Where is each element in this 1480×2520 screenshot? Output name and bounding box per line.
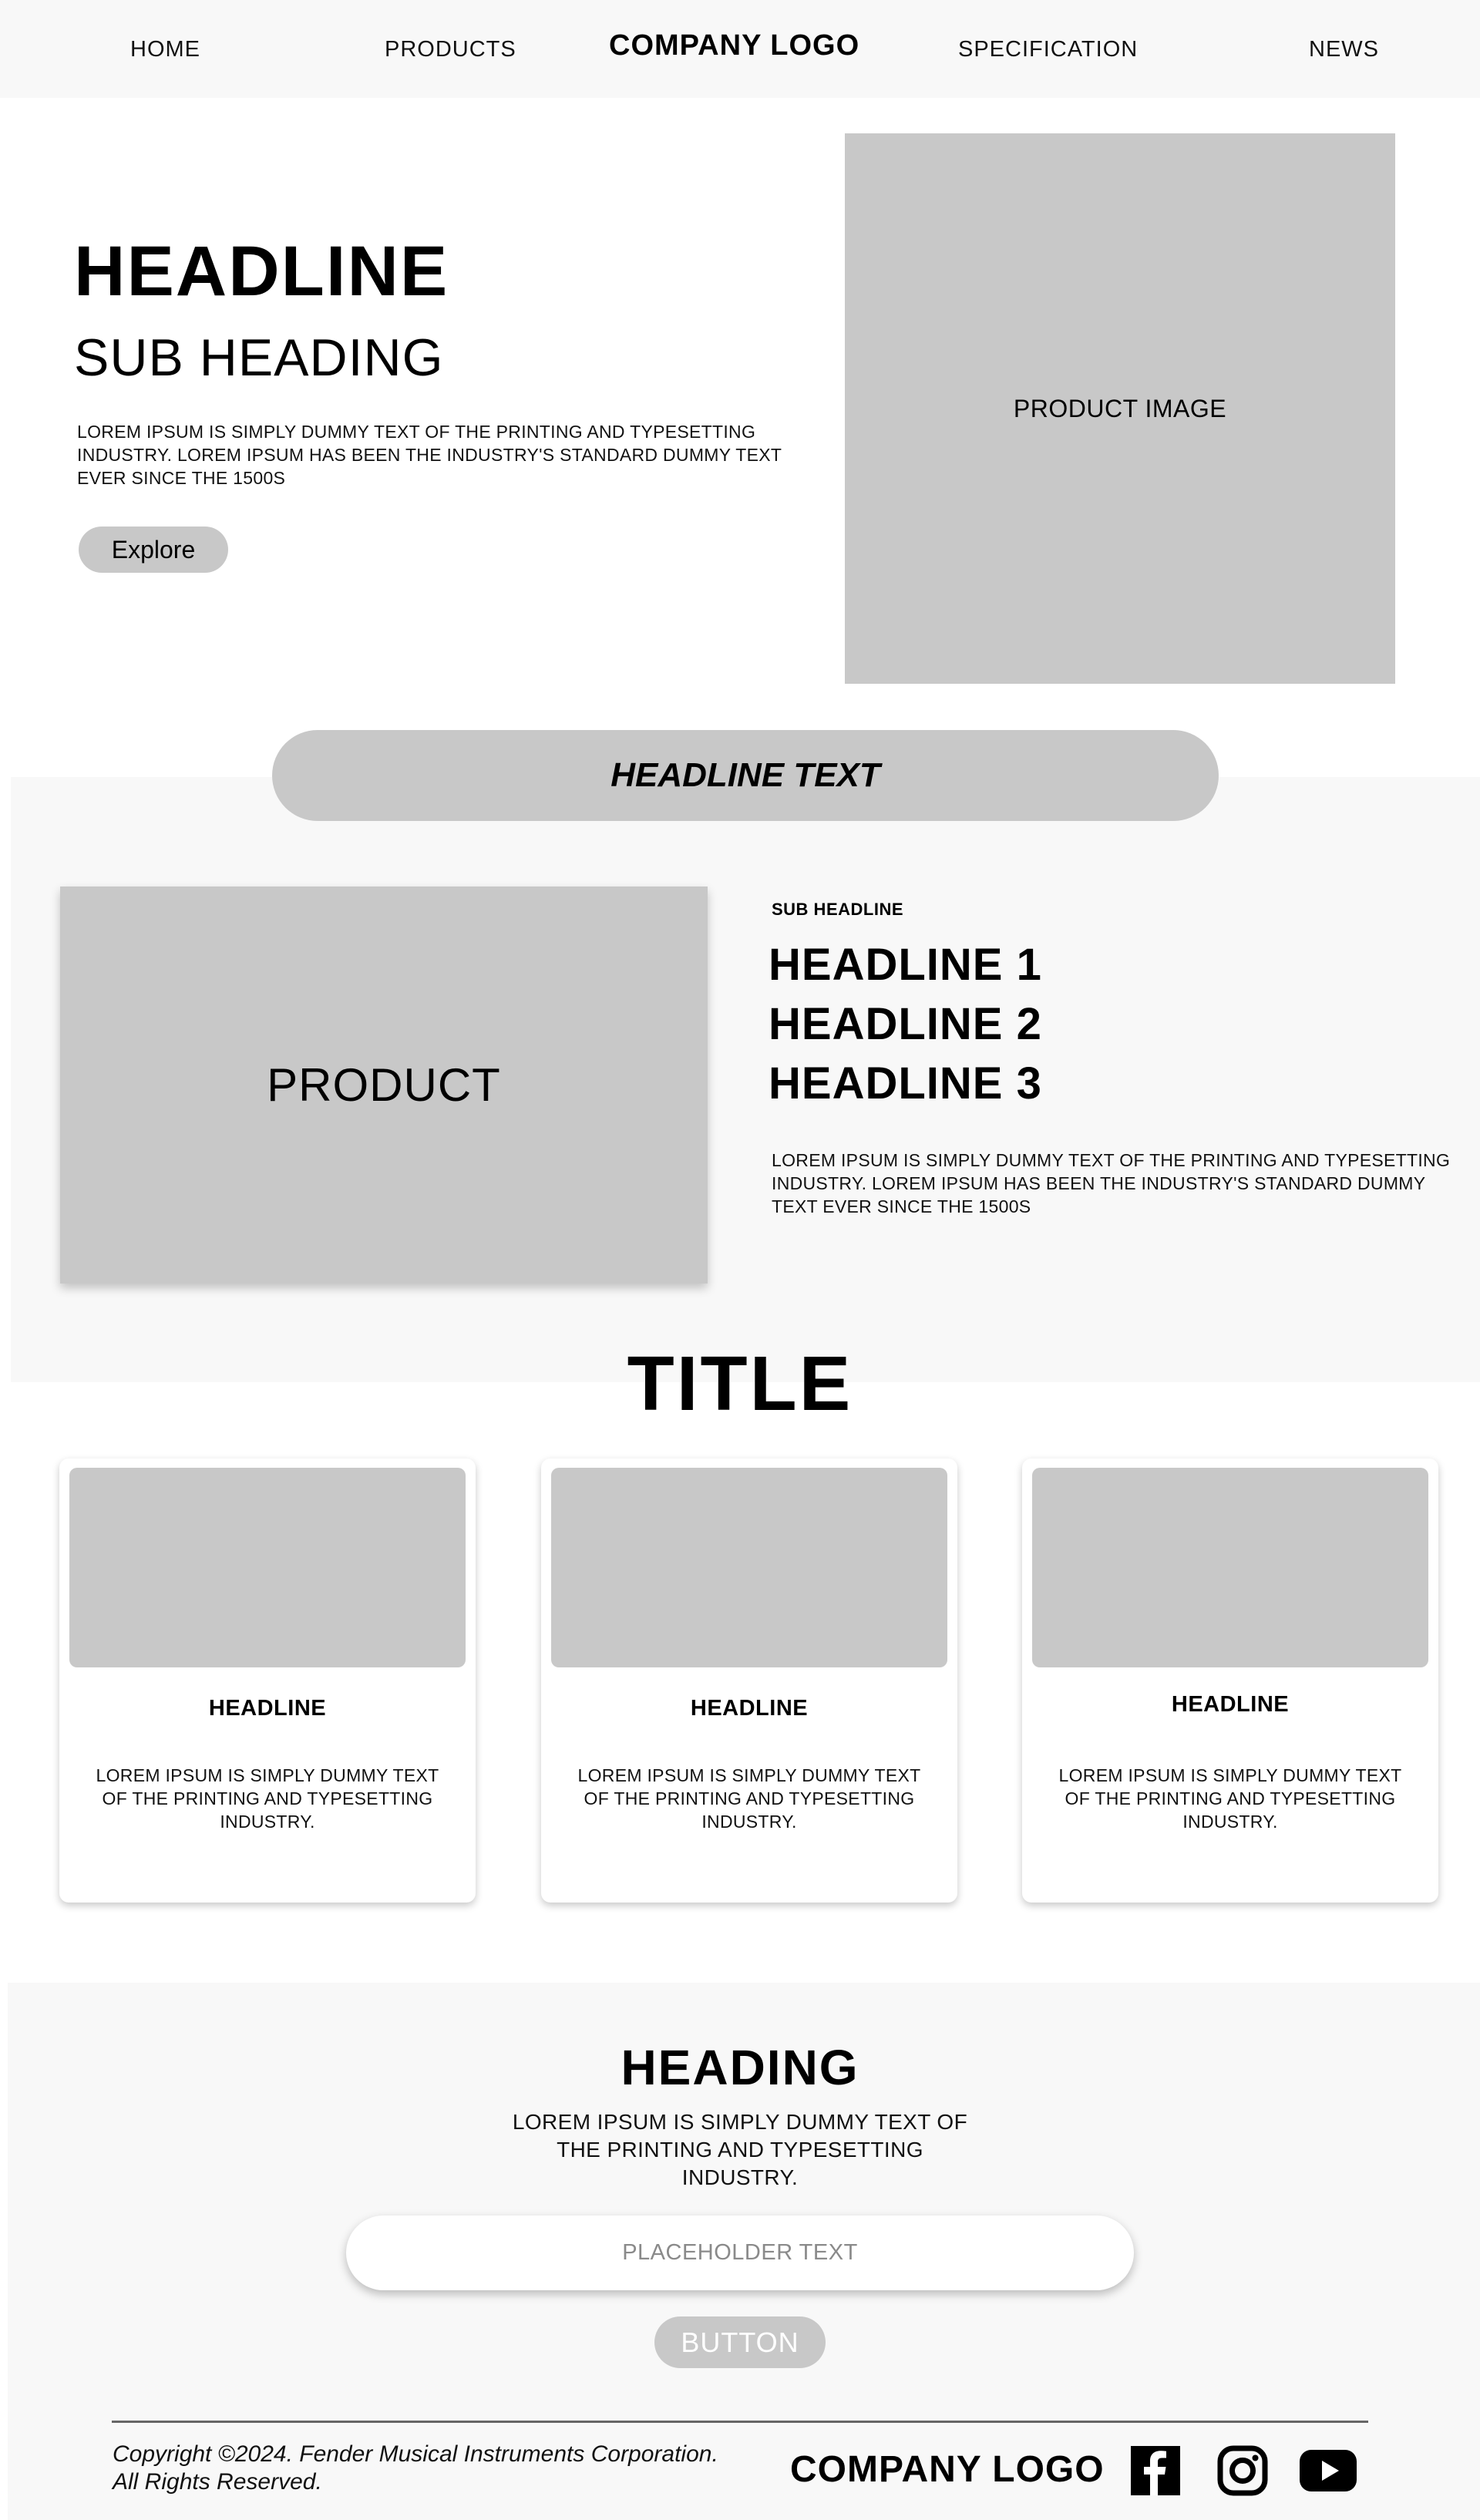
card-image	[69, 1468, 466, 1667]
footer-copyright-line-1: Copyright ©2024. Fender Musical Instrume…	[113, 2441, 718, 2467]
feature-headline-3: HEADLINE 3	[769, 1058, 1042, 1109]
feature-headline-1: HEADLINE 1	[769, 940, 1042, 990]
feature-product-image: PRODUCT	[60, 887, 708, 1284]
nav-products-link[interactable]: PRODUCTS	[385, 37, 516, 62]
instagram-icon[interactable]	[1217, 2445, 1268, 2496]
youtube-icon[interactable]	[1298, 2445, 1358, 2496]
nav-home-link[interactable]: HOME	[130, 37, 200, 62]
card[interactable]: HEADLINE LOREM IPSUM IS SIMPLY DUMMY TEX…	[541, 1459, 957, 1903]
card-headline: HEADLINE	[208, 1696, 327, 1721]
newsletter-heading: HEADING	[621, 2040, 859, 2095]
cards-section-title: TITLE	[627, 1341, 853, 1427]
feature-sub-headline: SUB HEADLINE	[772, 900, 904, 919]
card-body-text: LOREM IPSUM IS SIMPLY DUMMY TEXT OF THE …	[96, 1765, 439, 1832]
top-nav: HOME PRODUCTS COMPANY LOGO SPECIFICATION…	[0, 0, 1480, 98]
footer-divider	[112, 2421, 1368, 2423]
hero-headline: HEADLINE	[74, 232, 449, 311]
card-image	[551, 1468, 947, 1667]
nav-news-link[interactable]: NEWS	[1309, 37, 1379, 62]
card[interactable]: HEADLINE LOREM IPSUM IS SIMPLY DUMMY TEX…	[1022, 1459, 1438, 1903]
card-image	[1032, 1468, 1428, 1667]
card-body-text: LOREM IPSUM IS SIMPLY DUMMY TEXT OF THE …	[577, 1765, 921, 1832]
feature-product-label: PRODUCT	[267, 1059, 501, 1111]
card[interactable]: HEADLINE LOREM IPSUM IS SIMPLY DUMMY TEX…	[59, 1459, 476, 1903]
hero-product-image: PRODUCT IMAGE	[845, 133, 1395, 684]
feature-body-text: LOREM IPSUM IS SIMPLY DUMMY TEXT OF THE …	[772, 1150, 1451, 1216]
newsletter-submit-button[interactable]: BUTTON	[654, 2316, 826, 2368]
card-headline: HEADLINE	[1171, 1692, 1290, 1717]
footer-company-logo[interactable]: COMPANY LOGO	[790, 2448, 1105, 2491]
footer-copyright-line-2: All Rights Reserved.	[113, 2469, 322, 2495]
company-logo[interactable]: COMPANY LOGO	[609, 29, 859, 62]
headline-text-pill: HEADLINE TEXT	[272, 730, 1219, 821]
hero-product-image-label: PRODUCT IMAGE	[1013, 394, 1227, 422]
card-body-text: LOREM IPSUM IS SIMPLY DUMMY TEXT OF THE …	[1058, 1765, 1402, 1832]
newsletter-body-text: LOREM IPSUM IS SIMPLY DUMMY TEXT OF THE …	[512, 2110, 968, 2189]
facebook-icon[interactable]	[1130, 2445, 1181, 2496]
explore-button[interactable]: Explore	[79, 527, 228, 573]
feature-headline-2: HEADLINE 2	[769, 999, 1042, 1049]
footer-copyright: Copyright ©2024. Fender Musical Instrume…	[113, 2441, 718, 2496]
nav-specification-link[interactable]: SPECIFICATION	[958, 37, 1138, 62]
card-headline: HEADLINE	[690, 1696, 809, 1721]
hero-body-text: LOREM IPSUM IS SIMPLY DUMMY TEXT OF THE …	[77, 422, 782, 488]
hero-sub-heading: SUB HEADING	[74, 328, 444, 387]
headline-text: HEADLINE TEXT	[610, 756, 880, 794]
newsletter-input[interactable]	[346, 2216, 1134, 2290]
